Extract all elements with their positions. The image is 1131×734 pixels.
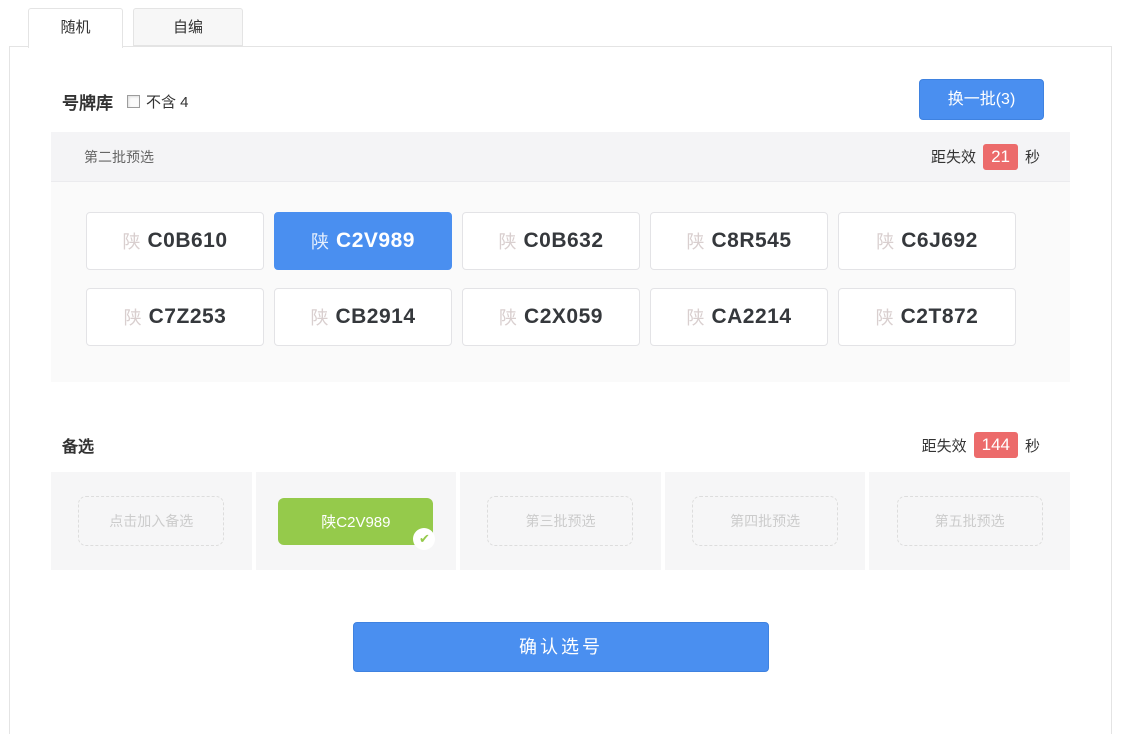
refresh-batch-button[interactable]: 换一批(3) xyxy=(919,79,1044,120)
plate-number: C2X059 xyxy=(524,305,603,329)
backup-slot-cell: 第五批预选 xyxy=(869,472,1070,570)
backup-slot-empty[interactable]: 点击加入备选 xyxy=(78,496,224,546)
expiry-suffix: 秒 xyxy=(1025,435,1040,456)
plate-number: C2T872 xyxy=(901,305,979,329)
plate-option[interactable]: 陕 CB2914 xyxy=(274,288,452,346)
plate-option[interactable]: 陕 C2X059 xyxy=(462,288,640,346)
backup-header: 备选 距失效 144 秒 xyxy=(51,428,1070,462)
plate-option[interactable]: 陕 C2T872 xyxy=(838,288,1016,346)
plate-grid: 陕 C0B610 陕 C2V989 陕 C0B632 陕 C8R545 陕 C6J692 陕 C7Z… xyxy=(51,182,1070,382)
backup-slot-cell: 第四批预选 xyxy=(665,472,866,570)
backup-slot-empty[interactable]: 第四批预选 xyxy=(692,496,838,546)
backup-slot-cell: 第三批预选 xyxy=(460,472,661,570)
plate-option[interactable]: 陕 C0B632 xyxy=(462,212,640,270)
plate-province: 陕 xyxy=(310,304,328,330)
plate-option[interactable]: 陕 C7Z253 xyxy=(86,288,264,346)
expiry-countdown-badge: 21 xyxy=(983,144,1018,170)
plate-number: CB2914 xyxy=(335,305,415,329)
backup-slot-empty[interactable]: 第五批预选 xyxy=(897,496,1043,546)
batch-title: 第二批预选 xyxy=(84,147,154,167)
batch-header: 第二批预选 距失效 21 秒 xyxy=(51,132,1070,182)
plate-number: C0B610 xyxy=(147,229,227,253)
backup-slot-empty[interactable]: 第三批预选 xyxy=(487,496,633,546)
confirm-selection-button[interactable]: 确认选号 xyxy=(353,622,769,672)
plate-province: 陕 xyxy=(686,304,704,330)
backup-slot-cell: 陕C2V989✔ xyxy=(256,472,457,570)
plate-option[interactable]: 陕 C8R545 xyxy=(650,212,828,270)
tab-custom[interactable]: 自编 xyxy=(133,8,243,46)
plate-option[interactable]: 陕 CA2214 xyxy=(650,288,828,346)
plate-number: C6J692 xyxy=(901,229,978,253)
plate-province: 陕 xyxy=(124,304,142,330)
plate-province: 陕 xyxy=(876,304,894,330)
plate-province: 陕 xyxy=(499,304,517,330)
backup-slot-cell: 点击加入备选 xyxy=(51,472,252,570)
plate-row: 陕 C7Z253 陕 CB2914 陕 C2X059 陕 CA2214 陕 C2T872 xyxy=(86,288,1016,346)
plate-option[interactable]: 陕 C6J692 xyxy=(838,212,1016,270)
plate-number: C2V989 xyxy=(336,229,415,253)
expiry-suffix: 秒 xyxy=(1025,146,1040,167)
check-icon: ✔ xyxy=(413,528,435,550)
expiry-prefix: 距失效 xyxy=(931,146,976,167)
backup-slot-filled[interactable]: 陕C2V989✔ xyxy=(278,498,433,545)
plate-number: C0B632 xyxy=(523,229,603,253)
plate-number: CA2214 xyxy=(711,305,791,329)
plate-option[interactable]: 陕 C2V989 xyxy=(274,212,452,270)
plate-province: 陕 xyxy=(311,228,329,254)
expiry-prefix: 距失效 xyxy=(922,435,967,456)
backup-expiry: 距失效 144 秒 xyxy=(922,432,1040,458)
exclude-4-filter[interactable]: 不含 4 xyxy=(127,91,189,112)
tab-random[interactable]: 随机 xyxy=(28,8,123,48)
plate-number: C7Z253 xyxy=(149,305,227,329)
backup-title: 备选 xyxy=(62,433,94,457)
exclude-4-checkbox[interactable] xyxy=(127,95,140,108)
batch-expiry: 距失效 21 秒 xyxy=(931,144,1040,170)
plate-province: 陕 xyxy=(876,228,894,254)
plate-province: 陕 xyxy=(498,228,516,254)
plate-option[interactable]: 陕 C0B610 xyxy=(86,212,264,270)
backup-slots: 点击加入备选 陕C2V989✔ 第三批预选 第四批预选 第五批预选 xyxy=(51,472,1070,570)
pool-title: 号牌库 xyxy=(62,89,113,114)
exclude-4-label: 不含 4 xyxy=(146,91,189,112)
expiry-countdown-badge: 144 xyxy=(974,432,1018,458)
plate-number: C8R545 xyxy=(711,229,791,253)
plate-province: 陕 xyxy=(686,228,704,254)
plate-province: 陕 xyxy=(122,228,140,254)
plate-row: 陕 C0B610 陕 C2V989 陕 C0B632 陕 C8R545 陕 C6J692 xyxy=(86,212,1016,270)
